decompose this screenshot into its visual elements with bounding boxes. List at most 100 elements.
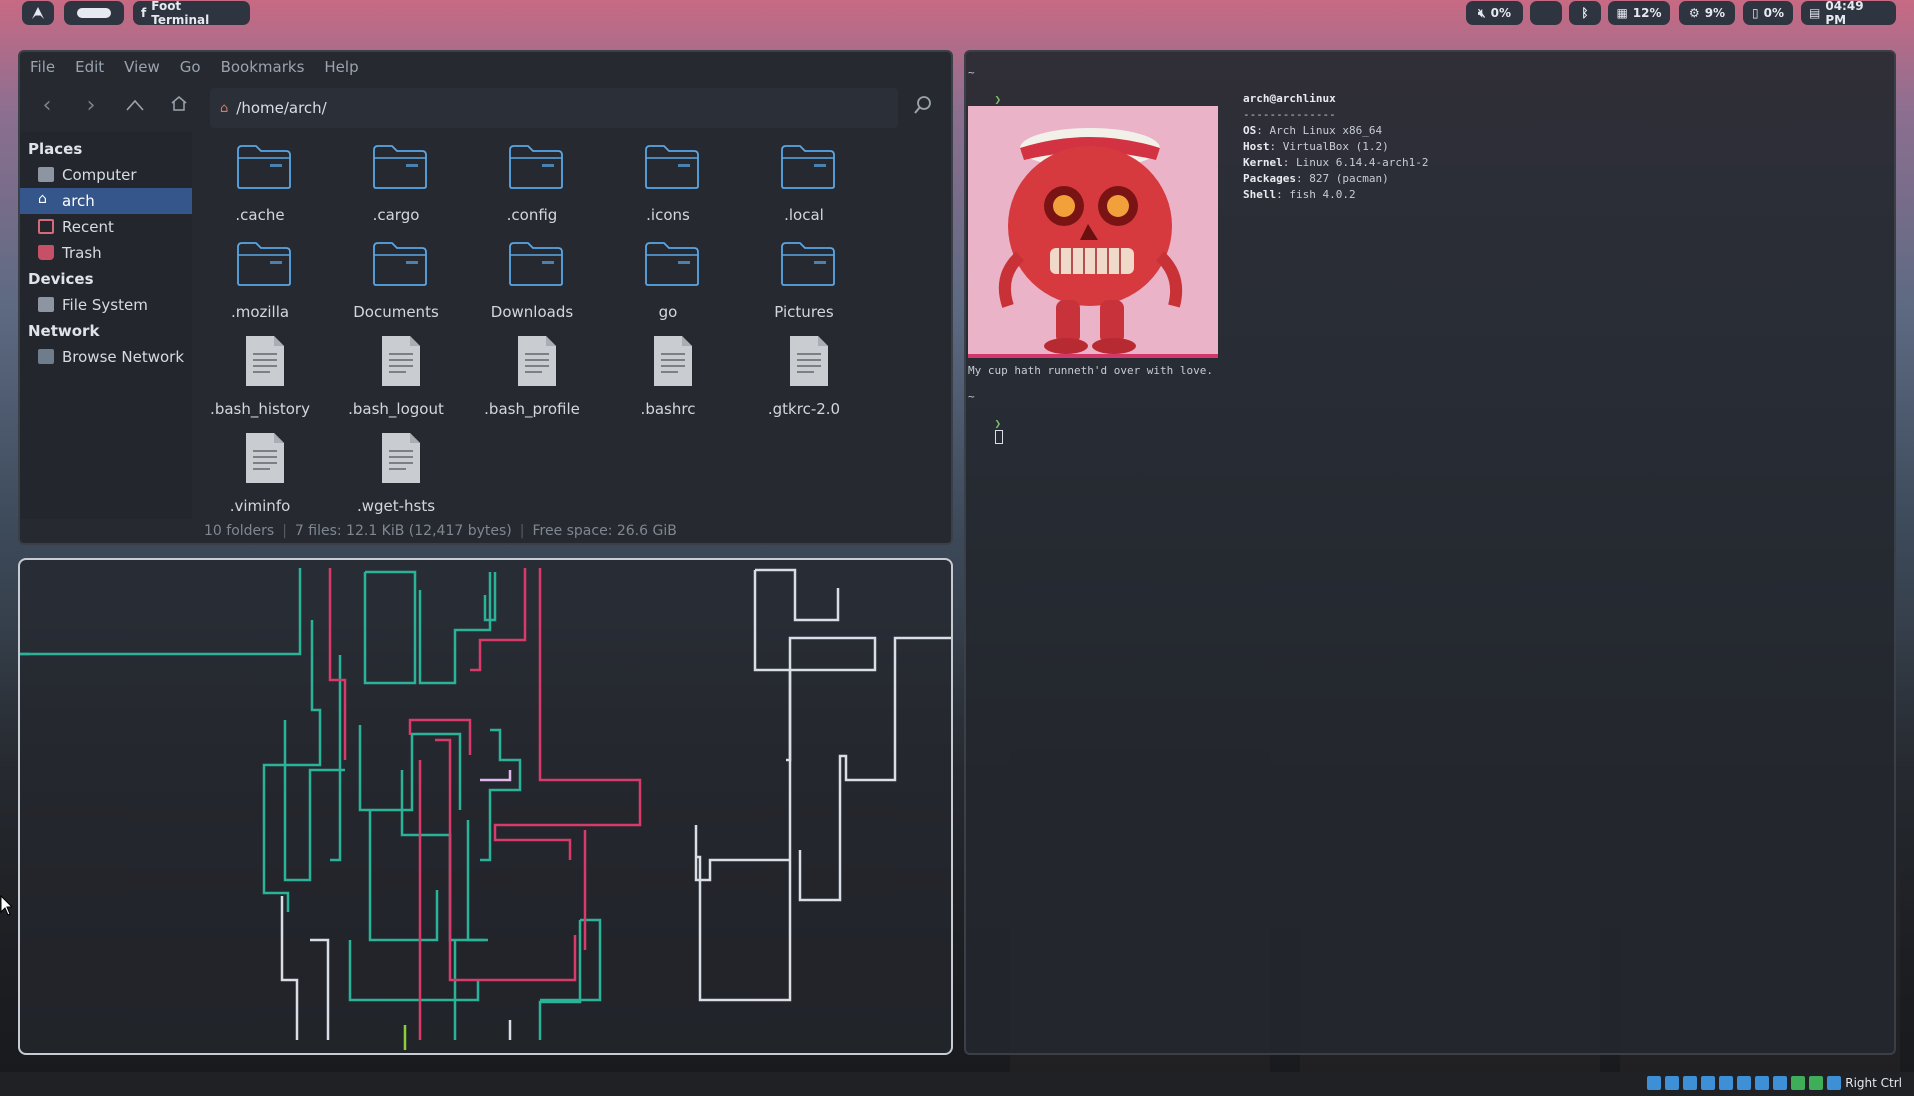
- back-button[interactable]: ‹: [34, 94, 60, 118]
- folder-item[interactable]: Documents: [336, 233, 456, 329]
- clock-widget[interactable]: ▤ 04:49 PM: [1801, 0, 1896, 27]
- blank-widget[interactable]: [1530, 1, 1562, 25]
- foot-terminal-window[interactable]: ~ ❯ fish arch@archlinux --------------: [964, 50, 1896, 1055]
- status-bar: 10 folders | 7 files: 12.1 KiB (12,417 b…: [192, 519, 951, 543]
- item-label: .mozilla: [230, 303, 290, 321]
- pipes-animation: [20, 568, 951, 1050]
- fetch-value: : Arch Linux x86_64: [1256, 124, 1383, 137]
- text-file-icon: [654, 336, 692, 386]
- active-window-button[interactable]: f Foot Terminal: [133, 0, 250, 27]
- fetch-key: Host: [1243, 140, 1270, 153]
- fetch-shell: Shell: fish 4.0.2: [1243, 188, 1356, 201]
- up-button[interactable]: [122, 94, 148, 118]
- item-label: .viminfo: [229, 497, 291, 515]
- cpu-activity-icon[interactable]: [1791, 1076, 1806, 1090]
- shared-folder-icon[interactable]: [1737, 1076, 1752, 1090]
- cpu-widget[interactable]: ⚙ 9%: [1679, 1, 1735, 25]
- file-item[interactable]: .bashrc: [608, 330, 728, 426]
- sidebar-item-computer[interactable]: Computer: [20, 162, 192, 188]
- folder-item[interactable]: .cache: [200, 136, 320, 232]
- folder-item[interactable]: .config: [472, 136, 592, 232]
- fetch-quote: My cup hath runneth'd over with love.: [968, 364, 1214, 377]
- forward-button[interactable]: ›: [78, 94, 104, 118]
- folder-item[interactable]: .cargo: [336, 136, 456, 232]
- usb-icon[interactable]: [1719, 1076, 1734, 1090]
- location-bar[interactable]: ⌂ /home/arch/: [210, 88, 898, 128]
- file-item[interactable]: .bash_profile: [472, 330, 592, 426]
- text-file-icon: [246, 336, 284, 386]
- sidebar-item-trash[interactable]: Trash: [20, 240, 192, 266]
- sidebar-item-browse-network[interactable]: Browse Network: [20, 344, 192, 370]
- folder-icon: [645, 145, 699, 189]
- file-item[interactable]: .wget-hsts: [336, 427, 456, 523]
- prompt-tilde: ~: [968, 66, 975, 79]
- file-item[interactable]: .bash_logout: [336, 330, 456, 426]
- fetch-separator: --------------: [1243, 108, 1336, 121]
- item-label: .gtkrc-2.0: [767, 400, 841, 418]
- folder-item[interactable]: go: [608, 233, 728, 329]
- top-bar: f Foot Terminal 🔇︎ 0% ᛒ ▦ 12% ⚙ 9% ▯ 0% …: [0, 0, 1914, 28]
- arch-logo-icon: [32, 7, 44, 19]
- file-item[interactable]: .bash_history: [200, 330, 320, 426]
- item-label: .local: [784, 206, 824, 224]
- sidebar: Places Computer ⌂ arch Recent Trash Devi…: [20, 132, 192, 519]
- active-window-title: Foot Terminal: [151, 0, 210, 27]
- folder-item[interactable]: Pictures: [744, 233, 864, 329]
- folder-icon: [373, 242, 427, 286]
- sidebar-item-recent[interactable]: Recent: [20, 214, 192, 240]
- menu-file[interactable]: File: [20, 58, 65, 76]
- file-item[interactable]: .gtkrc-2.0: [744, 330, 864, 426]
- workspace-pill-icon: [77, 8, 111, 18]
- recording-icon[interactable]: [1773, 1076, 1788, 1090]
- prompt2-tilde: ~: [968, 390, 975, 403]
- keyboard-capture-icon[interactable]: [1827, 1076, 1842, 1090]
- folder-item[interactable]: .mozilla: [200, 233, 320, 329]
- prompt-symbol: ❯: [994, 93, 1002, 106]
- launcher-button[interactable]: [22, 1, 54, 25]
- network-adapter-icon[interactable]: [1701, 1076, 1716, 1090]
- menu-edit[interactable]: Edit: [65, 58, 114, 76]
- prompt2-line: ❯: [968, 404, 1003, 457]
- home-button[interactable]: [166, 94, 192, 118]
- memory-widget[interactable]: ▦ 12%: [1608, 1, 1670, 25]
- search-button[interactable]: [912, 94, 938, 120]
- search-icon: [914, 96, 931, 114]
- mouse-integration-icon[interactable]: [1809, 1076, 1824, 1090]
- cpu-value: 9%: [1704, 6, 1726, 20]
- pipes-terminal-window[interactable]: [18, 558, 953, 1055]
- fastfetch-logo-image: [968, 106, 1218, 358]
- text-cursor: [994, 430, 1003, 444]
- skull-pitcher-image: [968, 106, 1218, 358]
- bluetooth-icon: ᛒ: [1581, 6, 1589, 20]
- menu-view[interactable]: View: [114, 58, 170, 76]
- hard-disk-icon[interactable]: [1647, 1076, 1662, 1090]
- item-label: .cache: [235, 206, 285, 224]
- folder-icon: [645, 242, 699, 286]
- item-label: .config: [506, 206, 558, 224]
- memory-icon: ▦: [1616, 6, 1628, 20]
- fetch-value: : 827 (pacman): [1295, 172, 1389, 185]
- sidebar-item-label: Trash: [62, 244, 102, 262]
- foot-icon: f: [141, 6, 147, 20]
- folder-item[interactable]: .icons: [608, 136, 728, 232]
- fetch-key: Shell: [1243, 188, 1277, 201]
- audio-icon[interactable]: [1683, 1076, 1698, 1090]
- file-item[interactable]: .viminfo: [200, 427, 320, 523]
- sidebar-item-label: Recent: [62, 218, 114, 236]
- folder-item[interactable]: Downloads: [472, 233, 592, 329]
- host-key-label: Right Ctrl: [1845, 1076, 1902, 1090]
- bluetooth-widget[interactable]: ᛒ: [1569, 1, 1601, 25]
- display-icon[interactable]: [1755, 1076, 1770, 1090]
- workspace-button[interactable]: [64, 1, 124, 25]
- menu-go[interactable]: Go: [170, 58, 211, 76]
- folder-item[interactable]: .local: [744, 136, 864, 232]
- optical-drive-icon[interactable]: [1665, 1076, 1680, 1090]
- volume-widget[interactable]: 🔇︎ 0%: [1466, 1, 1523, 25]
- folder-icon: [237, 145, 291, 189]
- sidebar-item-arch[interactable]: ⌂ arch: [20, 188, 192, 214]
- clock-value: 04:49 PM: [1825, 0, 1864, 27]
- menu-help[interactable]: Help: [314, 58, 368, 76]
- sidebar-item-file-system[interactable]: File System: [20, 292, 192, 318]
- menu-bookmarks[interactable]: Bookmarks: [211, 58, 315, 76]
- battery-widget[interactable]: ▯ 0%: [1743, 1, 1793, 25]
